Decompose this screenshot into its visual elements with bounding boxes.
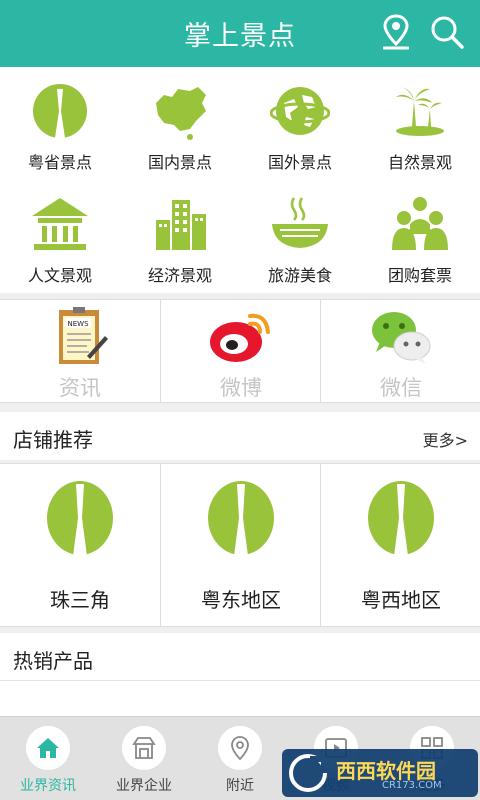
china-map-icon	[156, 87, 206, 140]
news-clipboard-icon: NEWS	[59, 307, 108, 364]
category-label: 团购套票	[387, 266, 452, 285]
home-icon	[37, 738, 59, 758]
category-food[interactable]: 旅游美食	[240, 180, 360, 293]
wechat-button[interactable]: 微信	[320, 300, 480, 403]
svg-text:NEWS: NEWS	[67, 320, 89, 328]
category-culture[interactable]: 人文景观	[0, 180, 120, 293]
tab-icon-circle	[122, 726, 166, 770]
more-link[interactable]: 更多>	[423, 427, 468, 451]
guangzhou-tower-icon	[33, 84, 87, 138]
weibo-icon	[210, 313, 270, 362]
tab-label: 业界企业	[116, 778, 172, 794]
hot-section-header: 热销产品	[0, 633, 480, 681]
category-nature[interactable]: 自然景观	[360, 67, 480, 180]
tab-industry-news[interactable]: 业界资讯	[0, 717, 96, 800]
tab-label: 业界资讯	[20, 778, 76, 794]
category-label: 人文景观	[27, 266, 92, 285]
store-grid: 珠三角 粤东地区 粤西地区	[0, 463, 480, 627]
category-label: 经济景观	[147, 266, 212, 285]
store-label: 粤东地区	[201, 588, 281, 612]
social-row: NEWS 资讯 微博 微信	[0, 299, 480, 403]
news-button[interactable]: NEWS 资讯	[0, 300, 160, 403]
category-grid: 粤省景点 国内景点 国外景点 自然景观 人文景观 经济景观 旅游美食 团购套票	[0, 67, 480, 293]
tab-label: 附近	[226, 778, 254, 794]
section-title: 热销产品	[13, 649, 93, 673]
tab-industry-companies[interactable]: 业界企业	[96, 717, 192, 800]
guangzhou-tower-icon	[47, 481, 113, 556]
weibo-label: 微博	[220, 376, 262, 400]
globe-icon	[270, 87, 330, 135]
pavilion-icon	[32, 198, 88, 250]
guangzhou-tower-icon	[368, 481, 434, 556]
palm-island-icon	[396, 87, 444, 136]
category-domestic[interactable]: 国内景点	[120, 67, 240, 180]
weibo-button[interactable]: 微博	[160, 300, 320, 403]
section-title: 店铺推荐	[13, 428, 93, 452]
location-icon[interactable]	[381, 14, 411, 50]
category-label: 粤省景点	[27, 153, 92, 172]
category-economy[interactable]: 经济景观	[120, 180, 240, 293]
buildings-icon	[156, 200, 206, 250]
wechat-icon	[372, 312, 431, 364]
category-guangdong[interactable]: 粤省景点	[0, 67, 120, 180]
tab-icon-circle	[26, 726, 70, 770]
category-label: 国外景点	[267, 153, 332, 172]
hot-products-list	[0, 680, 480, 716]
category-label: 自然景观	[387, 153, 452, 172]
noodle-bowl-icon	[272, 197, 328, 248]
store-pearl-river-delta[interactable]: 珠三角	[0, 464, 160, 627]
market-icon	[132, 737, 156, 759]
category-group-buy[interactable]: 团购套票	[360, 180, 480, 293]
store-east-guangdong[interactable]: 粤东地区	[160, 464, 320, 627]
wechat-label: 微信	[380, 376, 422, 400]
store-west-guangdong[interactable]: 粤西地区	[320, 464, 480, 627]
category-label: 国内景点	[147, 153, 212, 172]
store-label: 粤西地区	[361, 588, 441, 612]
category-label: 旅游美食	[267, 266, 332, 285]
watermark: 西西软件园 CR173.COM	[282, 749, 478, 797]
category-foreign[interactable]: 国外景点	[240, 67, 360, 180]
news-label: 资讯	[59, 376, 101, 400]
tab-icon-circle	[218, 726, 262, 770]
stores-section-header: 店铺推荐 更多>	[0, 412, 480, 460]
group-people-icon	[392, 197, 448, 250]
search-icon[interactable]	[430, 15, 464, 49]
tab-nearby[interactable]: 附近	[192, 717, 288, 800]
watermark-logo-icon	[289, 754, 327, 792]
app-header: 掌上景点	[0, 0, 480, 67]
store-label: 珠三角	[50, 588, 110, 612]
guangzhou-tower-icon	[208, 481, 274, 556]
location-pin-icon	[231, 736, 249, 760]
watermark-url: CR173.COM	[382, 780, 442, 791]
